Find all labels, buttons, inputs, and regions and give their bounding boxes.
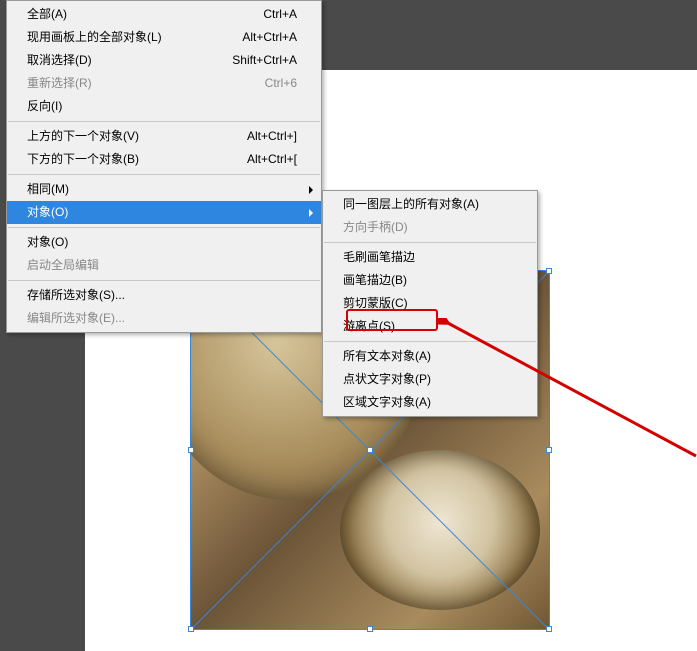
menu-item-label: 方向手柄(D) [343, 219, 513, 236]
menu-item-label: 毛刷画笔描边 [343, 249, 513, 266]
menu-separator [324, 242, 536, 243]
menu-separator [8, 227, 320, 228]
menu-item-label: 点状文字对象(P) [343, 371, 513, 388]
menu-item-label: 剪切蒙版(C) [343, 295, 513, 312]
menu-item-label: 所有文本对象(A) [343, 348, 513, 365]
menu-item-label: 画笔描边(B) [343, 272, 513, 289]
menu-item-label: 现用画板上的全部对象(L) [27, 29, 222, 46]
submenu-object: 同一图层上的所有对象(A) 方向手柄(D) 毛刷画笔描边 画笔描边(B) 剪切蒙… [322, 190, 538, 417]
menu-item-start-global-edit: 启动全局编辑 [7, 254, 321, 277]
menu-separator [8, 121, 320, 122]
menu-item-select-all[interactable]: 全部(A) Ctrl+A [7, 3, 321, 26]
menu-item-label: 下方的下一个对象(B) [27, 151, 227, 168]
submenu-item-all-on-same-layers[interactable]: 同一图层上的所有对象(A) [323, 193, 537, 216]
menu-item-label: 区域文字对象(A) [343, 394, 513, 411]
submenu-item-brush-strokes[interactable]: 画笔描边(B) [323, 269, 537, 292]
menu-item-label: 取消选择(D) [27, 52, 212, 69]
menu-item-object[interactable]: 对象(O) [7, 201, 321, 224]
menu-item-shortcut: Ctrl+A [263, 6, 297, 23]
menu-separator [8, 174, 320, 175]
menu-item-deselect[interactable]: 取消选择(D) Shift+Ctrl+A [7, 49, 321, 72]
menu-item-shortcut: Ctrl+6 [265, 75, 297, 92]
menu-item-label: 对象(O) [27, 234, 297, 251]
submenu-item-all-text-objects[interactable]: 所有文本对象(A) [323, 345, 537, 368]
menu-item-inverse[interactable]: 反向(I) [7, 95, 321, 118]
submenu-item-direction-handles: 方向手柄(D) [323, 216, 537, 239]
submenu-arrow-icon [309, 186, 313, 194]
menu-item-label: 编辑所选对象(E)... [27, 310, 297, 327]
menu-item-shortcut: Shift+Ctrl+A [232, 52, 297, 69]
menu-separator [8, 280, 320, 281]
menu-item-label: 上方的下一个对象(V) [27, 128, 227, 145]
menu-item-shortcut: Alt+Ctrl+[ [247, 151, 297, 168]
menu-item-next-above[interactable]: 上方的下一个对象(V) Alt+Ctrl+] [7, 125, 321, 148]
submenu-item-point-text-objects[interactable]: 点状文字对象(P) [323, 368, 537, 391]
menu-item-label: 存储所选对象(S)... [27, 287, 297, 304]
menu-item-label: 对象(O) [27, 204, 297, 221]
submenu-item-area-text-objects[interactable]: 区域文字对象(A) [323, 391, 537, 414]
menu-item-reselect: 重新选择(R) Ctrl+6 [7, 72, 321, 95]
menu-item-label: 相同(M) [27, 181, 297, 198]
submenu-item-stray-points[interactable]: 游离点(S) [323, 315, 537, 338]
submenu-item-bristle-brush-strokes[interactable]: 毛刷画笔描边 [323, 246, 537, 269]
submenu-arrow-icon [309, 209, 313, 217]
menu-item-next-below[interactable]: 下方的下一个对象(B) Alt+Ctrl+[ [7, 148, 321, 171]
menu-item-select-all-on-artboard[interactable]: 现用画板上的全部对象(L) Alt+Ctrl+A [7, 26, 321, 49]
menu-separator [324, 341, 536, 342]
menu-item-label: 反向(I) [27, 98, 297, 115]
menu-item-shortcut: Alt+Ctrl+A [242, 29, 297, 46]
menu-item-label: 重新选择(R) [27, 75, 245, 92]
menu-item-label: 全部(A) [27, 6, 243, 23]
menu-item-shortcut: Alt+Ctrl+] [247, 128, 297, 145]
menu-item-save-selection[interactable]: 存储所选对象(S)... [7, 284, 321, 307]
menu-item-edit-selection: 编辑所选对象(E)... [7, 307, 321, 330]
submenu-item-clipping-masks[interactable]: 剪切蒙版(C) [323, 292, 537, 315]
menu-item-label: 同一图层上的所有对象(A) [343, 196, 513, 213]
menu-item-label: 游离点(S) [343, 318, 513, 335]
context-menu-select: 全部(A) Ctrl+A 现用画板上的全部对象(L) Alt+Ctrl+A 取消… [6, 0, 322, 333]
menu-item-label: 启动全局编辑 [27, 257, 297, 274]
menu-item-same[interactable]: 相同(M) [7, 178, 321, 201]
menu-item-object2[interactable]: 对象(O) [7, 231, 321, 254]
